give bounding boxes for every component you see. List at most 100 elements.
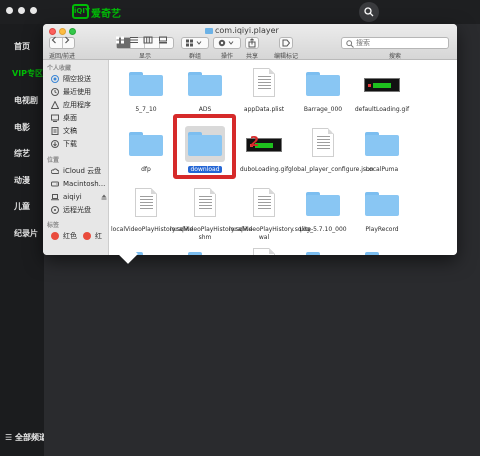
apps-icon [51,101,59,109]
file-name-text: Barrage_000 [303,106,343,113]
finder-sidebar: 个人收藏 隔空投送 最近使用 应用程序 桌面 文稿 下载 位置 iCloud 云… [43,60,109,255]
search-label: 搜索 [388,53,402,60]
finder-search-field[interactable] [341,37,449,49]
gif-thumbnail-icon [364,78,400,92]
column-view-button[interactable] [143,36,160,48]
step-number-annotation: 2 [250,135,260,150]
chevron-left-icon [51,36,56,43]
search-input[interactable] [356,38,446,48]
file-name-text: duboLoading.gif [239,166,289,173]
locations-header: 位置 [47,157,60,164]
window-zoom-button[interactable] [30,7,37,14]
tags-header: 标签 [47,222,60,229]
favorites-header: 个人收藏 [47,65,72,72]
group-icon [186,39,202,47]
gallery-view-button[interactable] [159,36,174,48]
file-item[interactable]: LocalPuma [347,128,417,186]
disk-icon [51,181,59,187]
gallery-icon [159,36,167,43]
airdrop-icon [51,75,59,83]
back-button[interactable] [50,36,63,48]
back-forward-control [49,36,75,49]
file-name-text: appData.plist [243,106,285,113]
view-label: 显示 [138,53,152,60]
file-item[interactable]: PlayRecord [347,188,417,246]
group-label: 群组 [188,53,202,60]
action-label: 操作 [220,53,234,60]
share-button[interactable] [245,37,259,49]
file-item[interactable] [347,248,417,255]
sidebar-item-label: 应用程序 [63,101,91,109]
cloud-icon [51,168,59,174]
folder-icon [306,192,340,216]
finder-minimize-button[interactable] [59,28,66,35]
sidebar-item-label: 最近使用 [63,88,91,96]
download-icon [51,140,59,148]
group-button[interactable] [181,37,209,49]
nav-tv-series[interactable]: 电视剧 [14,95,38,106]
eject-icon[interactable] [101,194,107,200]
file-icon-grid: 5_7_10 ADS appData.plist Barrage_000 default… [110,60,457,255]
tag-icon [282,39,290,47]
folder-icon [205,28,213,34]
sidebar-item-label: 隔空投送 [63,75,91,83]
list-icon [130,37,138,43]
sidebar-item-label: 红 [95,232,102,240]
sidebar-item-label: 文稿 [63,127,77,135]
iqiyi-logo: iQIY [72,4,90,19]
file-name-text: 5_7_10 [135,106,157,113]
back-forward-label: 返回/前进 [48,53,76,60]
columns-icon [143,36,153,43]
folder-icon [188,252,222,255]
desktop-icon [51,114,59,122]
folder-icon [365,252,399,255]
red-tag-icon [51,232,59,240]
clock-icon [51,88,59,96]
nav-home[interactable]: 首页 [14,41,30,52]
folder-icon [188,72,222,96]
sidebar-item-label: Macintosh... [63,180,106,188]
document-icon [253,68,275,97]
search-icon [346,40,354,48]
file-name-text: Log_5.7.10_000 [299,226,347,233]
nav-anime[interactable]: 动漫 [14,175,30,186]
nav-variety[interactable]: 综艺 [14,148,30,159]
file-name-text: defaultLoading.gif [354,106,410,113]
nav-kids[interactable]: 儿童 [14,201,30,212]
edit-tags-button[interactable] [279,37,293,49]
forward-button[interactable] [63,36,75,48]
action-button[interactable] [213,37,241,49]
sidebar-item-label: 下载 [63,140,77,148]
nav-movies[interactable]: 电影 [14,122,30,133]
file-name: PlayRecord [347,226,417,234]
all-channels-button[interactable]: ☰ 全部频道 [5,432,47,443]
icon-view-button[interactable] [116,36,131,48]
folder-icon [306,72,340,96]
document-icon [51,127,59,135]
window-minimize-button[interactable] [18,7,25,14]
file-name: LocalPuma [347,166,417,174]
folder-icon [129,72,163,96]
file-name: defaultLoading.gif [347,106,417,114]
highlight-annotation [173,114,236,179]
red-tag-icon [83,232,91,240]
sidebar-item-label: aiqiyi [63,193,82,201]
nav-documentary[interactable]: 纪录片 [14,228,38,239]
view-mode-control [116,36,174,49]
file-name-text: LocalPuma [365,166,399,173]
window-close-button[interactable] [6,7,13,14]
finder-zoom-button[interactable] [69,28,76,35]
file-name-text: dfp [141,166,151,173]
disc-icon [51,206,59,214]
window-title: com.iqiyi.player [215,26,279,35]
app-search-button[interactable] [359,2,379,22]
share-label: 共享 [245,53,259,60]
share-icon [248,38,256,48]
file-name-text: PlayRecord [365,226,399,233]
finder-close-button[interactable] [49,28,56,35]
nav-vip[interactable]: VIP专区 [12,68,43,79]
document-icon [135,188,157,217]
file-item[interactable]: defaultLoading.gif [347,68,417,126]
sidebar-item-label: 红色 [63,232,77,240]
grid-icon [116,36,124,43]
